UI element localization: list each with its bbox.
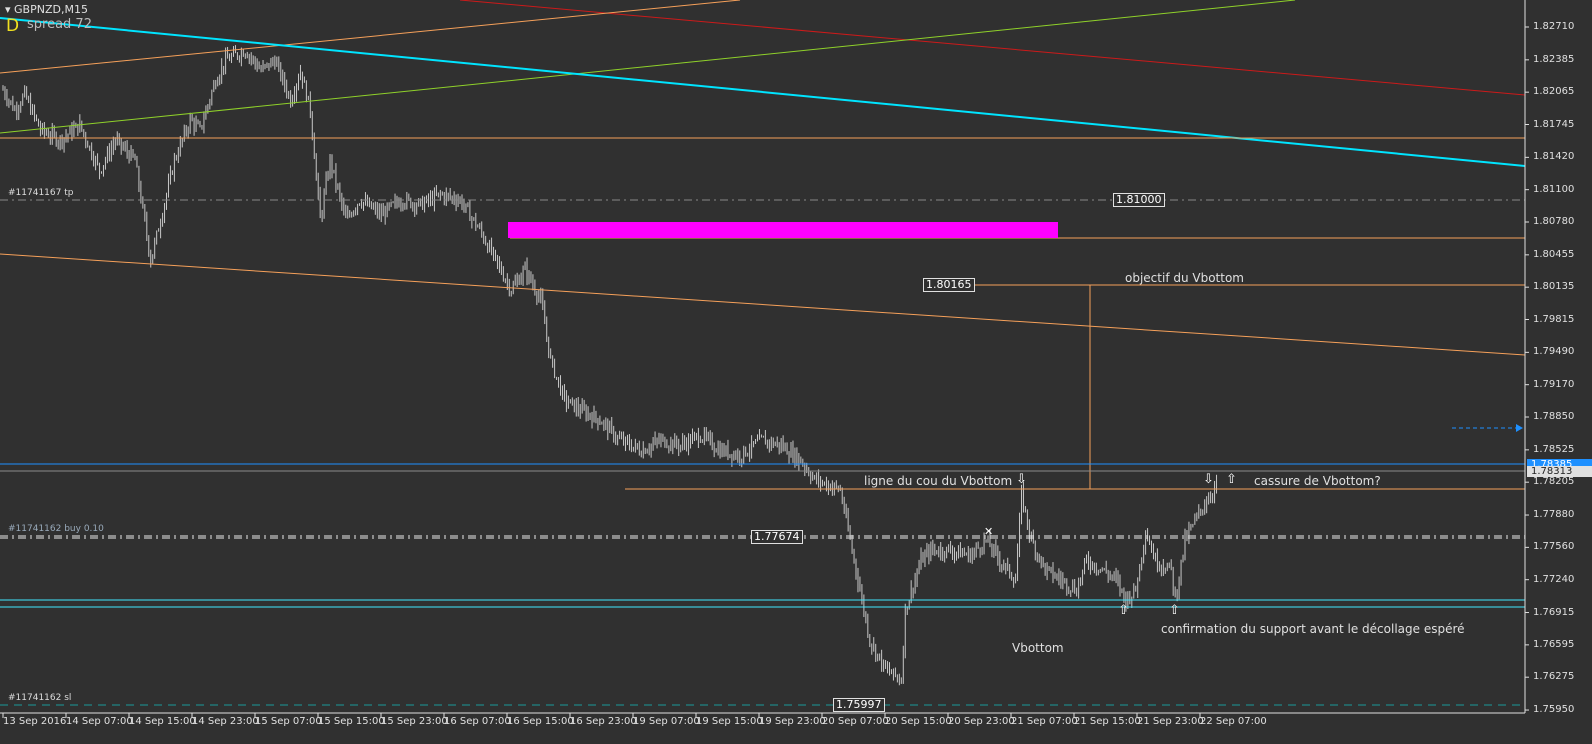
time-axis-label: 21 Sep 15:00 bbox=[1074, 716, 1141, 727]
price-axis-label: 1.81100 bbox=[1533, 183, 1575, 195]
tp-price-box[interactable]: 1.81000 bbox=[1113, 193, 1165, 207]
sl-price-box[interactable]: 1.75997 bbox=[833, 698, 885, 712]
price-axis-label: 1.81745 bbox=[1533, 118, 1575, 130]
time-axis-label: 14 Sep 07:00 bbox=[66, 716, 133, 727]
time-axis-label: 19 Sep 07:00 bbox=[633, 716, 700, 727]
close-order-cross-icon[interactable]: ✕ bbox=[984, 525, 993, 538]
time-axis-label: 20 Sep 15:00 bbox=[885, 716, 952, 727]
annotation-support[interactable]: confirmation du support avant le décolla… bbox=[1161, 622, 1465, 636]
annotation-target[interactable]: objectif du Vbottom bbox=[1125, 271, 1244, 285]
annotation-neckline[interactable]: ligne du cou du Vbottom bbox=[864, 474, 1012, 488]
resistance-zone-magenta[interactable] bbox=[508, 222, 1058, 238]
sl-tag: #11741162 sl bbox=[8, 693, 72, 703]
price-axis-label: 1.80455 bbox=[1533, 248, 1575, 260]
price-axis-label: 1.75950 bbox=[1533, 704, 1575, 716]
time-axis-label: 19 Sep 15:00 bbox=[696, 716, 763, 727]
trendline-orange-upper[interactable] bbox=[0, 0, 741, 74]
price-axis-label: 1.79815 bbox=[1533, 313, 1575, 325]
price-axis-label: 1.78525 bbox=[1533, 443, 1575, 455]
price-axis-label: 1.78850 bbox=[1533, 411, 1575, 422]
trendline-red[interactable] bbox=[459, 0, 1526, 96]
ohlc-bars bbox=[2, 45, 1218, 686]
tp-tag: #11741167 tp bbox=[8, 188, 74, 198]
entry-price-box[interactable]: 1.77674 bbox=[751, 530, 803, 544]
time-axis-label: 15 Sep 15:00 bbox=[318, 716, 385, 727]
bid-price-label: 1.78313 bbox=[1527, 466, 1592, 477]
time-axis-label: 14 Sep 23:00 bbox=[192, 716, 259, 727]
time-axis-label: 20 Sep 07:00 bbox=[822, 716, 889, 727]
indicator-badge: D bbox=[6, 16, 20, 36]
trendline-orange-lower[interactable] bbox=[0, 253, 1526, 356]
buy-tag: #11741162 buy 0.10 bbox=[8, 524, 104, 534]
price-axis-label: 1.76915 bbox=[1533, 606, 1575, 618]
price-axis-label: 1.79170 bbox=[1533, 378, 1575, 390]
arrow-up-icon[interactable]: ⇧ bbox=[1226, 472, 1237, 487]
annotation-vbottom[interactable]: Vbottom bbox=[1012, 641, 1064, 655]
time-axis-label: 15 Sep 07:00 bbox=[255, 716, 322, 727]
trendline-cyan[interactable] bbox=[0, 17, 1526, 167]
time-axis-label: 22 Sep 07:00 bbox=[1200, 716, 1267, 727]
price-axis-label: 1.77240 bbox=[1533, 573, 1575, 585]
arrow-up-icon[interactable]: ⇧ bbox=[1118, 603, 1129, 618]
target-price-box[interactable]: 1.80165 bbox=[923, 278, 975, 292]
price-axis-label: 1.79490 bbox=[1533, 346, 1575, 358]
price-axis-label: 1.77880 bbox=[1533, 509, 1575, 521]
shift-arrow-head bbox=[1516, 424, 1523, 432]
time-axis-label: 21 Sep 07:00 bbox=[1011, 716, 1078, 727]
time-axis-label: 19 Sep 23:00 bbox=[759, 716, 826, 727]
spread-text: spread 72 bbox=[27, 17, 92, 32]
time-axis-label: 15 Sep 23:00 bbox=[381, 716, 448, 727]
annotation-breakout[interactable]: cassure de Vbottom? bbox=[1254, 474, 1381, 488]
time-axis-label: 16 Sep 07:00 bbox=[444, 716, 511, 727]
price-axis-label: 1.82385 bbox=[1533, 53, 1575, 65]
chart-menu-triangle-icon[interactable]: ▾ bbox=[5, 3, 14, 16]
price-axis-label: 1.80135 bbox=[1533, 281, 1575, 293]
time-axis-label: 16 Sep 23:00 bbox=[570, 716, 637, 727]
trendline-green[interactable] bbox=[0, 0, 1296, 134]
price-axis-label: 1.82065 bbox=[1533, 86, 1575, 98]
price-axis-label: 1.76275 bbox=[1533, 671, 1575, 683]
price-axis-label: 1.80780 bbox=[1533, 216, 1575, 227]
price-axis-label: 1.82710 bbox=[1533, 21, 1575, 32]
price-axis-label: 1.77560 bbox=[1533, 541, 1575, 553]
arrow-down-icon[interactable]: ⇩ bbox=[1016, 472, 1027, 487]
chart-title[interactable]: ▾ GBPNZD,M15 bbox=[5, 3, 88, 16]
time-axis-label: 21 Sep 23:00 bbox=[1137, 716, 1204, 727]
arrow-up-icon[interactable]: ⇧ bbox=[1169, 603, 1180, 618]
time-axis-label: 13 Sep 2016 bbox=[3, 716, 67, 727]
price-axis-label: 1.81420 bbox=[1533, 151, 1575, 163]
symbol-timeframe: GBPNZD,M15 bbox=[14, 3, 88, 16]
price-axis-label: 1.78205 bbox=[1533, 476, 1575, 488]
time-axis-label: 20 Sep 23:00 bbox=[948, 716, 1015, 727]
price-axis-label: 1.76595 bbox=[1533, 638, 1575, 650]
time-axis-label: 16 Sep 15:00 bbox=[507, 716, 574, 727]
arrow-down-icon[interactable]: ⇩ bbox=[1203, 472, 1214, 487]
time-axis-label: 14 Sep 15:00 bbox=[129, 716, 196, 727]
